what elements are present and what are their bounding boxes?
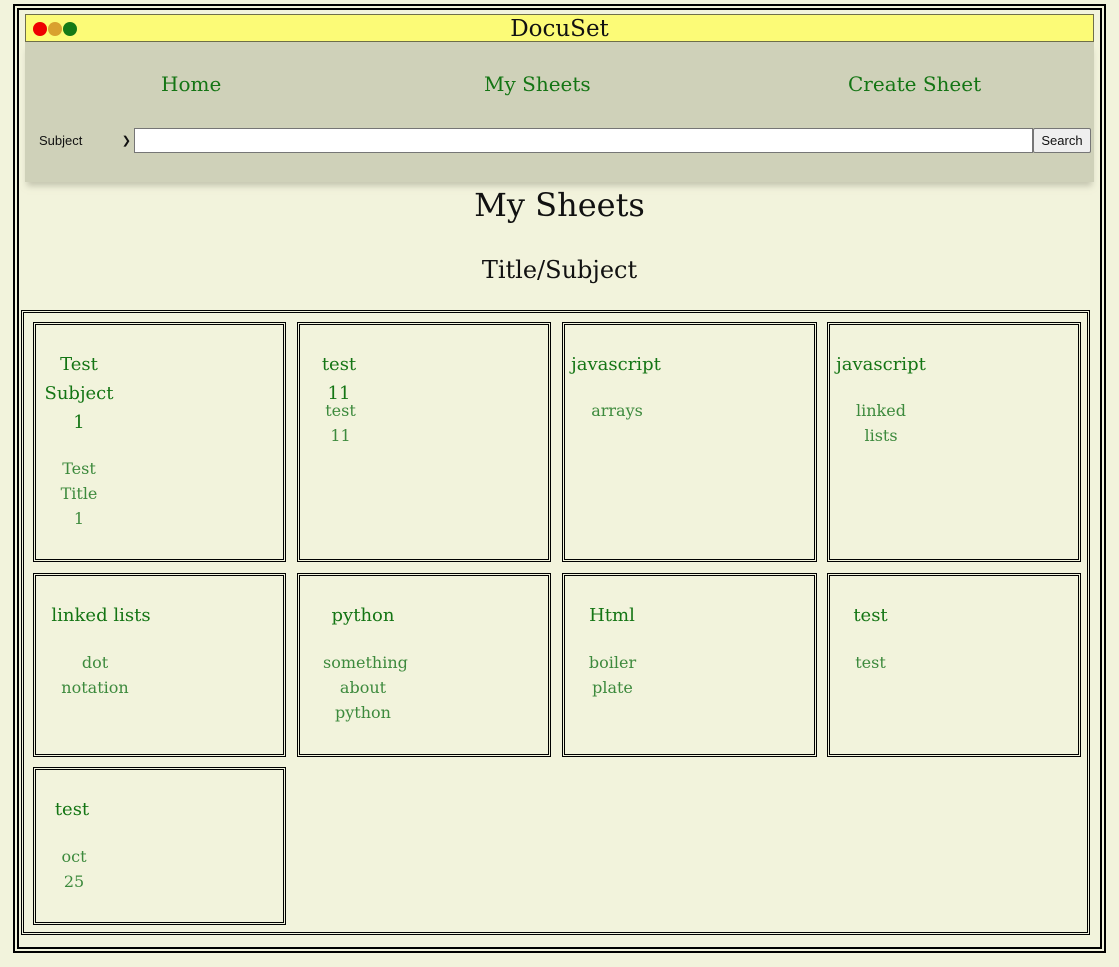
sheet-card[interactable]: Test Subject 1 Test Title 1 bbox=[33, 322, 286, 562]
sheet-card-subject: test bbox=[853, 605, 888, 626]
sheet-card-subject: Html bbox=[589, 605, 635, 626]
search-filter-value: Subject bbox=[39, 133, 83, 148]
sheet-card-title: linked lists bbox=[856, 401, 906, 445]
sheet-card-title: something about python bbox=[323, 653, 408, 722]
title-bar: DocuSet bbox=[25, 14, 1094, 42]
sheet-card-subject: test bbox=[54, 799, 90, 820]
page-title: My Sheets bbox=[474, 186, 645, 224]
sheet-card[interactable]: test oct 25 bbox=[33, 767, 286, 925]
search-bar: Subject ❯ Search bbox=[35, 128, 1091, 154]
sheet-card-title: dot notation bbox=[61, 653, 129, 697]
sheets-grid: Test Subject 1 Test Title 1 test 11 test… bbox=[21, 310, 1090, 935]
nav-create-sheet-link[interactable]: Create Sheet bbox=[848, 72, 981, 96]
page-subtitle: Title/Subject bbox=[481, 256, 638, 284]
search-filter-select[interactable]: Subject ❯ bbox=[35, 130, 133, 152]
search-button[interactable]: Search bbox=[1033, 128, 1091, 153]
search-input[interactable] bbox=[134, 128, 1033, 153]
sheet-card-title: boiler plate bbox=[588, 653, 637, 697]
sheet-card-subject: javascript bbox=[836, 354, 926, 375]
sheet-card-title: test 11 bbox=[325, 401, 356, 445]
chevron-down-icon: ❯ bbox=[121, 135, 131, 147]
sheet-card-title: Test Title 1 bbox=[60, 459, 98, 528]
app-title: DocuSet bbox=[510, 16, 609, 42]
app-window: DocuSet Home My Sheets Create Sheet Subj… bbox=[13, 4, 1106, 953]
sheet-card[interactable]: test 11 test 11 bbox=[297, 322, 551, 562]
sheet-card[interactable]: javascript arrays bbox=[562, 322, 817, 562]
sheet-card[interactable]: python something about python bbox=[297, 573, 551, 757]
sheet-card-subject: linked lists bbox=[51, 605, 151, 626]
nav-home-link[interactable]: Home bbox=[161, 72, 221, 96]
sheet-card[interactable]: test test bbox=[827, 573, 1081, 757]
sheet-card[interactable]: javascript linked lists bbox=[827, 322, 1081, 562]
sheet-card-subject: javascript bbox=[571, 354, 661, 375]
sheet-card-subject: Test Subject 1 bbox=[44, 354, 114, 433]
sheet-card-title: oct 25 bbox=[61, 847, 87, 891]
sheet-card[interactable]: linked lists dot notation bbox=[33, 573, 286, 757]
nav-my-sheets-link[interactable]: My Sheets bbox=[484, 72, 591, 96]
header-nav: Home My Sheets Create Sheet Subject ❯ Se… bbox=[25, 42, 1094, 182]
sheet-card-subject: python bbox=[331, 605, 395, 626]
sheet-card-title: test bbox=[855, 653, 886, 672]
sheet-card[interactable]: Html boiler plate bbox=[562, 573, 817, 757]
sheet-card-title: arrays bbox=[591, 401, 643, 420]
